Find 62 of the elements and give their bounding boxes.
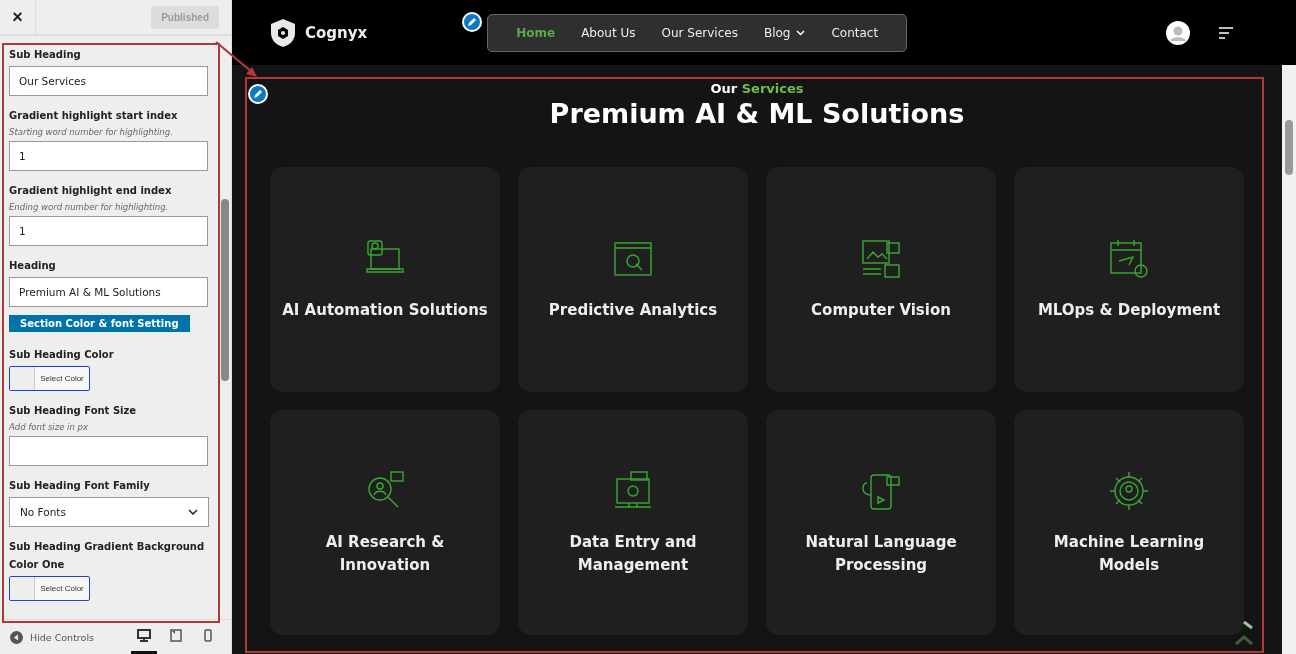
field-label: Gradient highlight start index <box>9 109 179 123</box>
card-title: Computer Vision <box>810 300 952 321</box>
select-color-button[interactable]: Select Color <box>9 576 90 601</box>
section-subheading: Our Services <box>710 81 804 96</box>
card-title: AI Research & Innovation <box>324 531 446 576</box>
nav-link[interactable]: Our Services <box>661 25 738 40</box>
section-heading: Premium AI & ML Solutions <box>549 98 965 129</box>
card-title: Natural Language Processing <box>804 531 958 576</box>
select-color-button[interactable]: Select Color <box>9 366 90 391</box>
mobile-icon <box>204 629 212 642</box>
calendar-icon <box>1107 237 1151 281</box>
collapse-icon <box>10 630 23 644</box>
service-card[interactable]: Machine Learning Models <box>1014 410 1244 635</box>
card-title: AI Automation Solutions <box>281 300 489 321</box>
font-select[interactable]: No Fonts <box>9 497 209 527</box>
text-input[interactable]: 1 <box>9 216 208 246</box>
media-icon <box>859 237 903 281</box>
text-input[interactable] <box>9 436 208 466</box>
card-title: Machine Learning Models <box>1052 531 1206 576</box>
shield-logo-icon <box>269 17 297 48</box>
nav-link[interactable]: Blog <box>763 25 806 40</box>
site-logo[interactable]: Cognyx <box>305 23 368 42</box>
service-card[interactable]: Computer Vision <box>766 167 996 392</box>
card-title: MLOps & Deployment <box>1036 300 1222 321</box>
text-input[interactable]: Premium AI & ML Solutions <box>9 277 208 307</box>
back-to-top-icon[interactable] <box>1234 620 1254 646</box>
nav-link[interactable]: Contact <box>831 25 879 40</box>
field-label: Sub Heading Gradient Background Color One <box>9 540 206 572</box>
service-card[interactable]: AI Automation Solutions <box>270 167 500 392</box>
card-title: Data Entry and Management <box>568 531 698 576</box>
field-label: Sub Heading Font Size <box>9 404 138 418</box>
chevron-down-icon <box>188 509 198 515</box>
close-button[interactable]: × <box>0 0 36 34</box>
service-card[interactable]: Natural Language Processing <box>766 410 996 635</box>
field-label: Sub Heading Color <box>9 348 115 362</box>
scrollbar-thumb[interactable] <box>1285 120 1293 175</box>
avatar-icon[interactable] <box>1166 20 1190 45</box>
edit-pencil-icon[interactable] <box>248 84 268 104</box>
annotation-arrow <box>214 40 260 80</box>
edit-pencil-icon[interactable] <box>462 11 483 32</box>
text-input[interactable]: 1 <box>9 141 208 171</box>
nav-link[interactable]: Home <box>516 25 556 40</box>
text-input[interactable]: Our Services <box>9 66 208 96</box>
card-title: Predictive Analytics <box>547 300 719 321</box>
nav-link[interactable]: About Us <box>581 25 636 40</box>
service-card[interactable]: MLOps & Deployment <box>1014 167 1244 392</box>
hide-controls-button[interactable]: Hide Controls <box>10 630 94 644</box>
desktop-icon <box>137 629 151 642</box>
field-label: Heading <box>9 259 57 273</box>
service-card[interactable]: Data Entry and Management <box>518 410 748 635</box>
field-description: Ending word number for highlighting. <box>9 202 170 212</box>
service-card[interactable]: Predictive Analytics <box>518 167 748 392</box>
tablet-icon <box>170 629 182 642</box>
field-label: Gradient highlight end index <box>9 184 173 198</box>
scrollbar-thumb[interactable] <box>221 199 229 381</box>
service-card[interactable]: AI Research & Innovation <box>270 410 500 635</box>
field-label: Sub Heading Font Family <box>9 479 151 493</box>
field-description: Add font size in px <box>9 422 89 432</box>
section-settings-button[interactable]: Section Color & font Setting <box>9 315 190 332</box>
field-description: Starting word number for highlighting. <box>9 127 174 137</box>
field-label: Sub Heading <box>9 48 82 62</box>
menu-icon[interactable] <box>1218 26 1234 39</box>
